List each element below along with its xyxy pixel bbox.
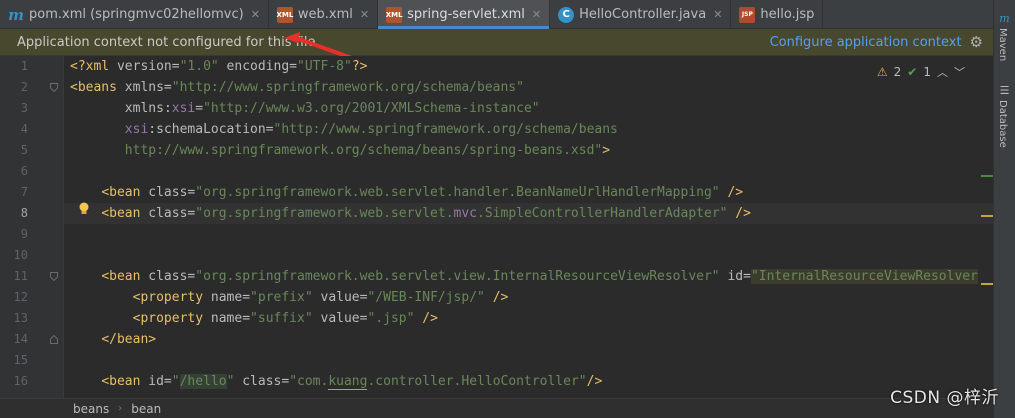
right-tool-strip: m Maven ☰ Database <box>993 0 1015 418</box>
database-tool-button[interactable]: Database <box>997 100 1008 148</box>
tab-web-xml[interactable]: XML web.xml ✕ <box>269 0 379 29</box>
line-number: 4 <box>20 122 28 136</box>
line-number: 14 <box>13 332 28 346</box>
tab-label: pom.xml (springmvc02hellomvc) <box>29 7 244 22</box>
line-number: 15 <box>13 353 28 367</box>
line-number: 13 <box>13 311 28 325</box>
code-editor[interactable]: 1 2 3 4 5 6 7 8 9 10 11 12 13 14 15 16 <… <box>0 56 993 398</box>
banner-message: Application context not configured for t… <box>17 34 316 50</box>
code-line-13: <property name="suffix" value=".jsp" /> <box>132 311 438 326</box>
code-line-7: <bean class="org.springframework.web.ser… <box>101 185 744 200</box>
line-number: 10 <box>13 248 28 262</box>
java-class-icon: C <box>558 6 575 23</box>
database-icon[interactable]: ☰ <box>998 84 1011 97</box>
line-number: 8 <box>20 206 28 220</box>
fold-marker-icon[interactable] <box>50 335 58 344</box>
check-icon: ✔ <box>907 65 918 79</box>
tab-hello-jsp[interactable]: JSP hello.jsp <box>731 0 824 29</box>
close-icon[interactable]: ✕ <box>360 8 369 21</box>
line-number: 11 <box>13 269 28 283</box>
tab-label: hello.jsp <box>760 7 815 22</box>
maven-icon[interactable]: m <box>998 12 1011 25</box>
line-number: 7 <box>20 185 28 199</box>
tab-spring-servlet-xml[interactable]: XML spring-servlet.xml ✕ <box>378 0 551 29</box>
xml-file-icon: XML <box>277 6 293 23</box>
warning-icon: ⚠ <box>876 65 888 79</box>
line-number: 9 <box>20 227 28 241</box>
code-line-1: <?xml version="1.0" encoding="UTF-8"?> <box>70 59 368 74</box>
code-line-14: </bean> <box>101 332 157 347</box>
tab-hello-controller-java[interactable]: C HelloController.java ✕ <box>550 0 732 29</box>
tab-pom-xml[interactable]: m pom.xml (springmvc02hellomvc) ✕ <box>0 0 269 29</box>
close-icon[interactable]: ✕ <box>251 8 260 21</box>
notification-banner: Application context not configured for t… <box>0 29 993 56</box>
spring-xml-icon: XML <box>386 6 403 23</box>
weak-warning-count: 1 <box>923 65 931 79</box>
code-line-12: <property name="prefix" value="/WEB-INF/… <box>132 290 509 305</box>
line-number: 3 <box>20 101 28 115</box>
code-line-5: http://www.springframework.org/schema/be… <box>124 143 611 158</box>
warning-count: 2 <box>893 65 902 79</box>
code-line-11: <bean class="org.springframework.web.ser… <box>101 269 978 284</box>
line-number: 5 <box>20 143 28 157</box>
error-stripe-marker[interactable] <box>981 215 993 217</box>
watermark: CSDN @梓沂 <box>890 388 999 408</box>
tab-label: web.xml <box>297 7 353 22</box>
fold-marker-icon[interactable] <box>50 272 58 281</box>
line-number: 6 <box>20 164 28 178</box>
tab-label: HelloController.java <box>579 7 707 22</box>
maven-module-icon: m <box>8 5 24 24</box>
line-number: 12 <box>13 290 28 304</box>
error-stripe-marker[interactable] <box>981 175 993 177</box>
line-number-gutter: 1 2 3 4 5 6 7 8 9 10 11 12 13 14 15 16 <box>0 56 64 398</box>
line-number: 1 <box>20 59 28 73</box>
code-area[interactable]: <?xml version="1.0" encoding="UTF-8"?> <… <box>70 56 993 398</box>
configure-context-link[interactable]: Configure application context <box>770 35 962 50</box>
code-line-4: xsi:schemaLocation="http://www.springfra… <box>124 122 618 137</box>
breadcrumb: beans › bean <box>0 398 993 418</box>
next-highlight-icon[interactable]: ﹀ <box>954 64 965 80</box>
previous-highlight-icon[interactable]: ︿ <box>937 64 948 80</box>
line-number: 16 <box>13 374 28 388</box>
code-line-16: <bean id="/hello" class="com.kuang.contr… <box>101 374 603 390</box>
fold-marker-icon[interactable] <box>50 83 58 92</box>
close-icon[interactable]: ✕ <box>532 8 541 21</box>
tab-label: spring-servlet.xml <box>407 7 525 22</box>
maven-tool-button[interactable]: Maven <box>997 28 1008 61</box>
chevron-right-icon: › <box>118 403 123 414</box>
gear-icon[interactable]: ⚙ <box>970 33 983 51</box>
code-line-8: <bean class="org.springframework.web.ser… <box>101 206 751 221</box>
breadcrumb-item[interactable]: beans <box>73 402 109 416</box>
error-stripe-marker[interactable] <box>981 283 993 285</box>
line-number: 2 <box>20 80 28 94</box>
code-line-2: <beans xmlns="http://www.springframework… <box>70 80 524 95</box>
breadcrumb-item[interactable]: bean <box>131 402 161 416</box>
editor-tab-bar: m pom.xml (springmvc02hellomvc) ✕ XML we… <box>0 0 993 29</box>
inspection-widget[interactable]: ⚠ 2 ✔ 1 ︿ ﹀ <box>877 64 965 80</box>
code-line-3: xmlns:xsi="http://www.w3.org/2001/XMLSch… <box>124 101 540 116</box>
jsp-file-icon: JSP <box>739 6 756 23</box>
close-icon[interactable]: ✕ <box>713 8 722 21</box>
